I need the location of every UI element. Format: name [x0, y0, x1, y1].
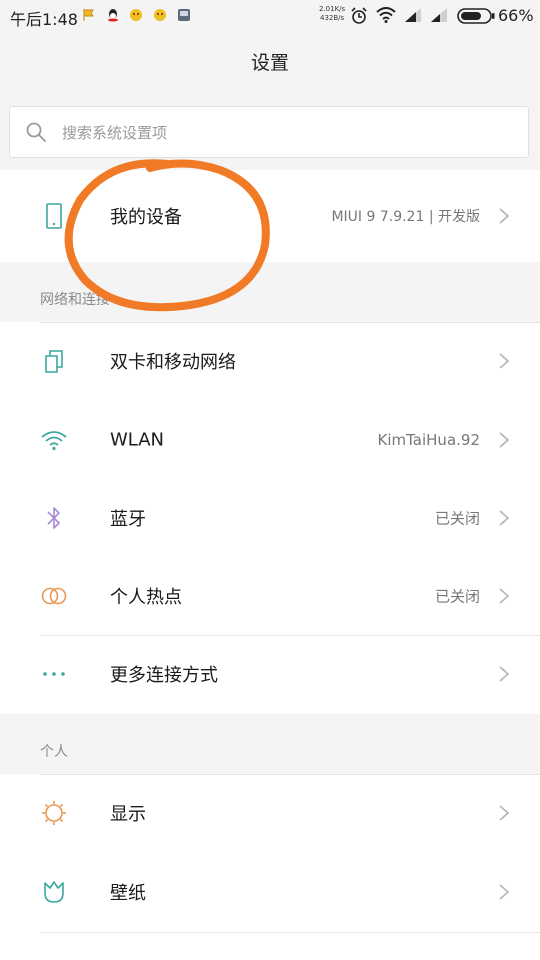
section-header-network: 网络和连接: [40, 292, 110, 308]
bluetooth-icon: [40, 504, 68, 532]
app-notification-icon: [130, 9, 142, 21]
flag-notification-icon: [83, 9, 94, 21]
page-title: 设置: [250, 52, 289, 74]
row-display[interactable]: 显示: [0, 774, 540, 852]
section-header-personal: 个人: [40, 744, 68, 760]
row-more-connections[interactable]: 更多连接方式: [0, 635, 540, 713]
chevron-right-icon: [499, 666, 510, 682]
display-label: 显示: [110, 804, 146, 825]
my-device-card: 我的设备 MIUI 9 7.9.21 | 开发版: [0, 170, 540, 262]
row-hotspot[interactable]: 个人热点 已关闭: [0, 557, 540, 635]
hotspot-label: 个人热点: [110, 587, 182, 608]
battery-icon: [457, 8, 495, 24]
search-icon: [26, 122, 46, 142]
signal-sim2-icon: [431, 8, 447, 22]
chevron-right-icon: [499, 208, 510, 224]
chevron-right-icon: [499, 805, 510, 821]
sim-cards-icon: [40, 347, 68, 375]
chevron-right-icon: [499, 510, 510, 526]
display-brightness-icon: [40, 799, 68, 827]
my-device-label: 我的设备: [110, 207, 182, 228]
row-wallpaper[interactable]: 壁纸: [0, 853, 540, 931]
upload-speed: 2.01K/s: [319, 5, 346, 13]
wifi-status-icon: [376, 7, 396, 23]
bluetooth-status: 已关闭: [434, 509, 480, 528]
download-speed: 432B/s: [320, 14, 345, 22]
qq-notification-icon: [108, 9, 118, 22]
chevron-right-icon: [499, 353, 510, 369]
bluetooth-label: 蓝牙: [110, 509, 146, 530]
row-dual-sim[interactable]: 双卡和移动网络: [0, 322, 540, 400]
search-input[interactable]: [60, 119, 504, 147]
chevron-right-icon: [499, 432, 510, 448]
my-device-row[interactable]: 我的设备 MIUI 9 7.9.21 | 开发版: [0, 176, 540, 256]
wlan-label: WLAN: [110, 429, 165, 451]
dual-sim-label: 双卡和移动网络: [110, 352, 236, 373]
alarm-icon: [351, 7, 367, 24]
hotspot-icon: [40, 582, 68, 610]
network-speed: 2.01K/s 432B/s: [319, 5, 345, 23]
status-bar: 午后1:48 2.01K/s 432B/s 66%: [0, 0, 540, 32]
battery-percent: 66%: [498, 6, 534, 25]
search-box[interactable]: [9, 106, 529, 158]
phone-icon: [40, 202, 68, 230]
status-time: 午后1:48: [10, 10, 78, 29]
divider: [40, 932, 540, 933]
row-bluetooth[interactable]: 蓝牙 已关闭: [0, 479, 540, 557]
row-wlan[interactable]: WLAN KimTaiHua.92: [0, 401, 540, 479]
more-dots-icon: [40, 660, 68, 688]
hotspot-status: 已关闭: [434, 587, 480, 606]
chevron-right-icon: [499, 588, 510, 604]
chevron-right-icon: [499, 884, 510, 900]
wifi-icon: [40, 426, 68, 454]
screenshot-notification-icon: [178, 9, 190, 21]
personal-card: 显示 壁纸: [0, 774, 540, 960]
wallpaper-icon: [40, 878, 68, 906]
network-card: 双卡和移动网络 WLAN KimTaiHua.92 蓝牙 已关闭 个人热点 已关…: [0, 322, 540, 714]
more-connections-label: 更多连接方式: [110, 665, 218, 686]
wlan-network-name: KimTaiHua.92: [377, 431, 481, 449]
miui-version: MIUI 9 7.9.21 | 开发版: [331, 209, 480, 225]
app-notification-icon: [154, 9, 166, 21]
signal-sim1-icon: [405, 8, 421, 22]
wallpaper-label: 壁纸: [110, 883, 146, 904]
